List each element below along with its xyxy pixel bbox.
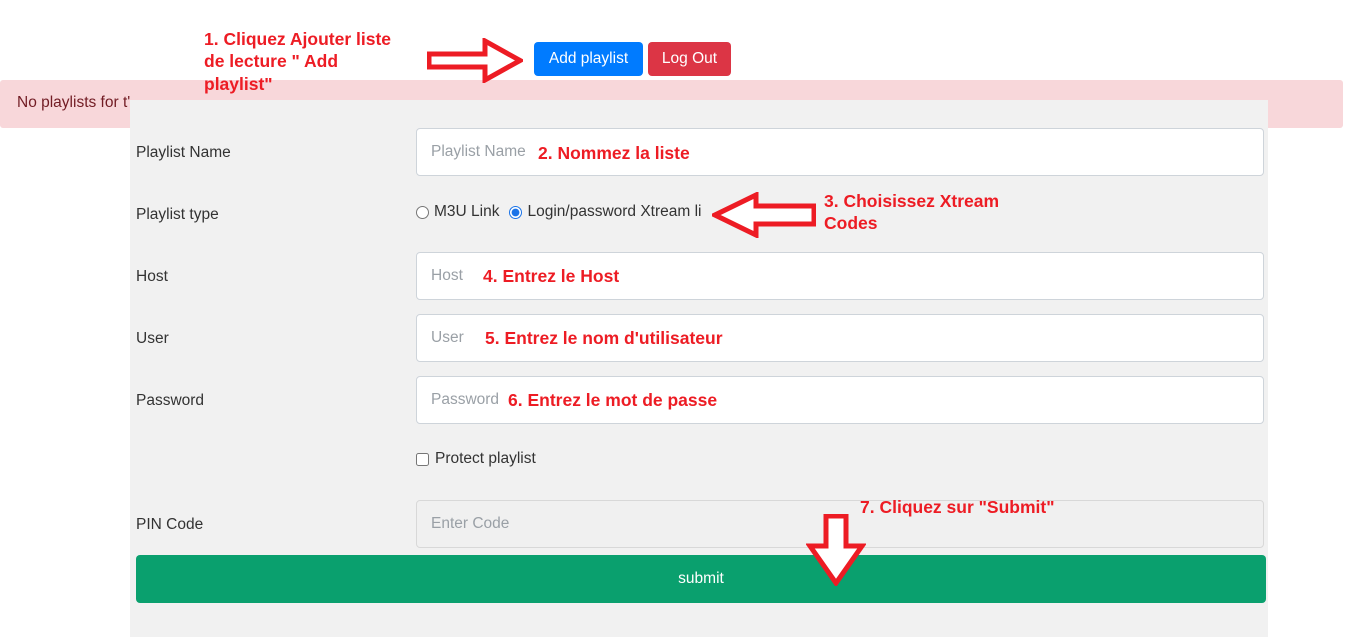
annotation-step-3: 3. Choisissez Xtream Codes xyxy=(824,191,1000,234)
label-playlist-name: Playlist Name xyxy=(136,144,231,161)
annotation-step-6: 6. Entrez le mot de passe xyxy=(508,390,718,410)
annotation-step-5: 5. Entrez le nom d'utilisateur xyxy=(485,328,723,348)
label-password: Password xyxy=(136,392,205,409)
arrow-down-step-7 xyxy=(806,514,866,586)
arrow-right-step-1 xyxy=(427,38,523,83)
label-playlist-type: Playlist type xyxy=(136,206,219,223)
alert-message: No playlists for t' xyxy=(17,94,131,111)
annotation-step-7: 7. Cliquez sur "Submit" xyxy=(860,497,1055,517)
radio-m3u-link[interactable]: M3U Link xyxy=(416,203,499,221)
radio-label-m3u: M3U Link xyxy=(434,203,500,220)
radio-input-m3u[interactable] xyxy=(416,205,429,219)
label-host: Host xyxy=(136,268,168,285)
label-pin-code: PIN Code xyxy=(136,516,204,533)
radio-input-xtream[interactable] xyxy=(509,205,523,219)
radio-xtream-login[interactable]: Login/password Xtream li xyxy=(509,203,702,221)
playlist-type-radio-group[interactable]: M3U Link Login/password Xtream li xyxy=(416,203,702,221)
label-user: User xyxy=(136,330,169,347)
protect-playlist-row[interactable]: Protect playlist xyxy=(416,450,536,468)
annotation-step-4: 4. Entrez le Host xyxy=(483,266,620,286)
annotation-step-1: 1. Cliquez Ajouter liste de lecture " Ad… xyxy=(204,29,392,94)
protect-playlist-label: Protect playlist xyxy=(435,450,536,467)
radio-label-xtream: Login/password Xtream li xyxy=(527,203,702,220)
arrow-left-step-3 xyxy=(712,192,816,238)
logout-button[interactable]: Log Out xyxy=(648,42,731,76)
annotation-step-2: 2. Nommez la liste xyxy=(538,143,690,163)
top-toolbar: Add playlist Log Out xyxy=(0,0,1345,88)
submit-button[interactable]: submit xyxy=(136,555,1266,603)
add-playlist-form: Playlist Name Playlist type M3U Link Log… xyxy=(130,100,1268,637)
protect-playlist-checkbox[interactable] xyxy=(416,452,429,466)
add-playlist-button[interactable]: Add playlist xyxy=(534,42,643,76)
